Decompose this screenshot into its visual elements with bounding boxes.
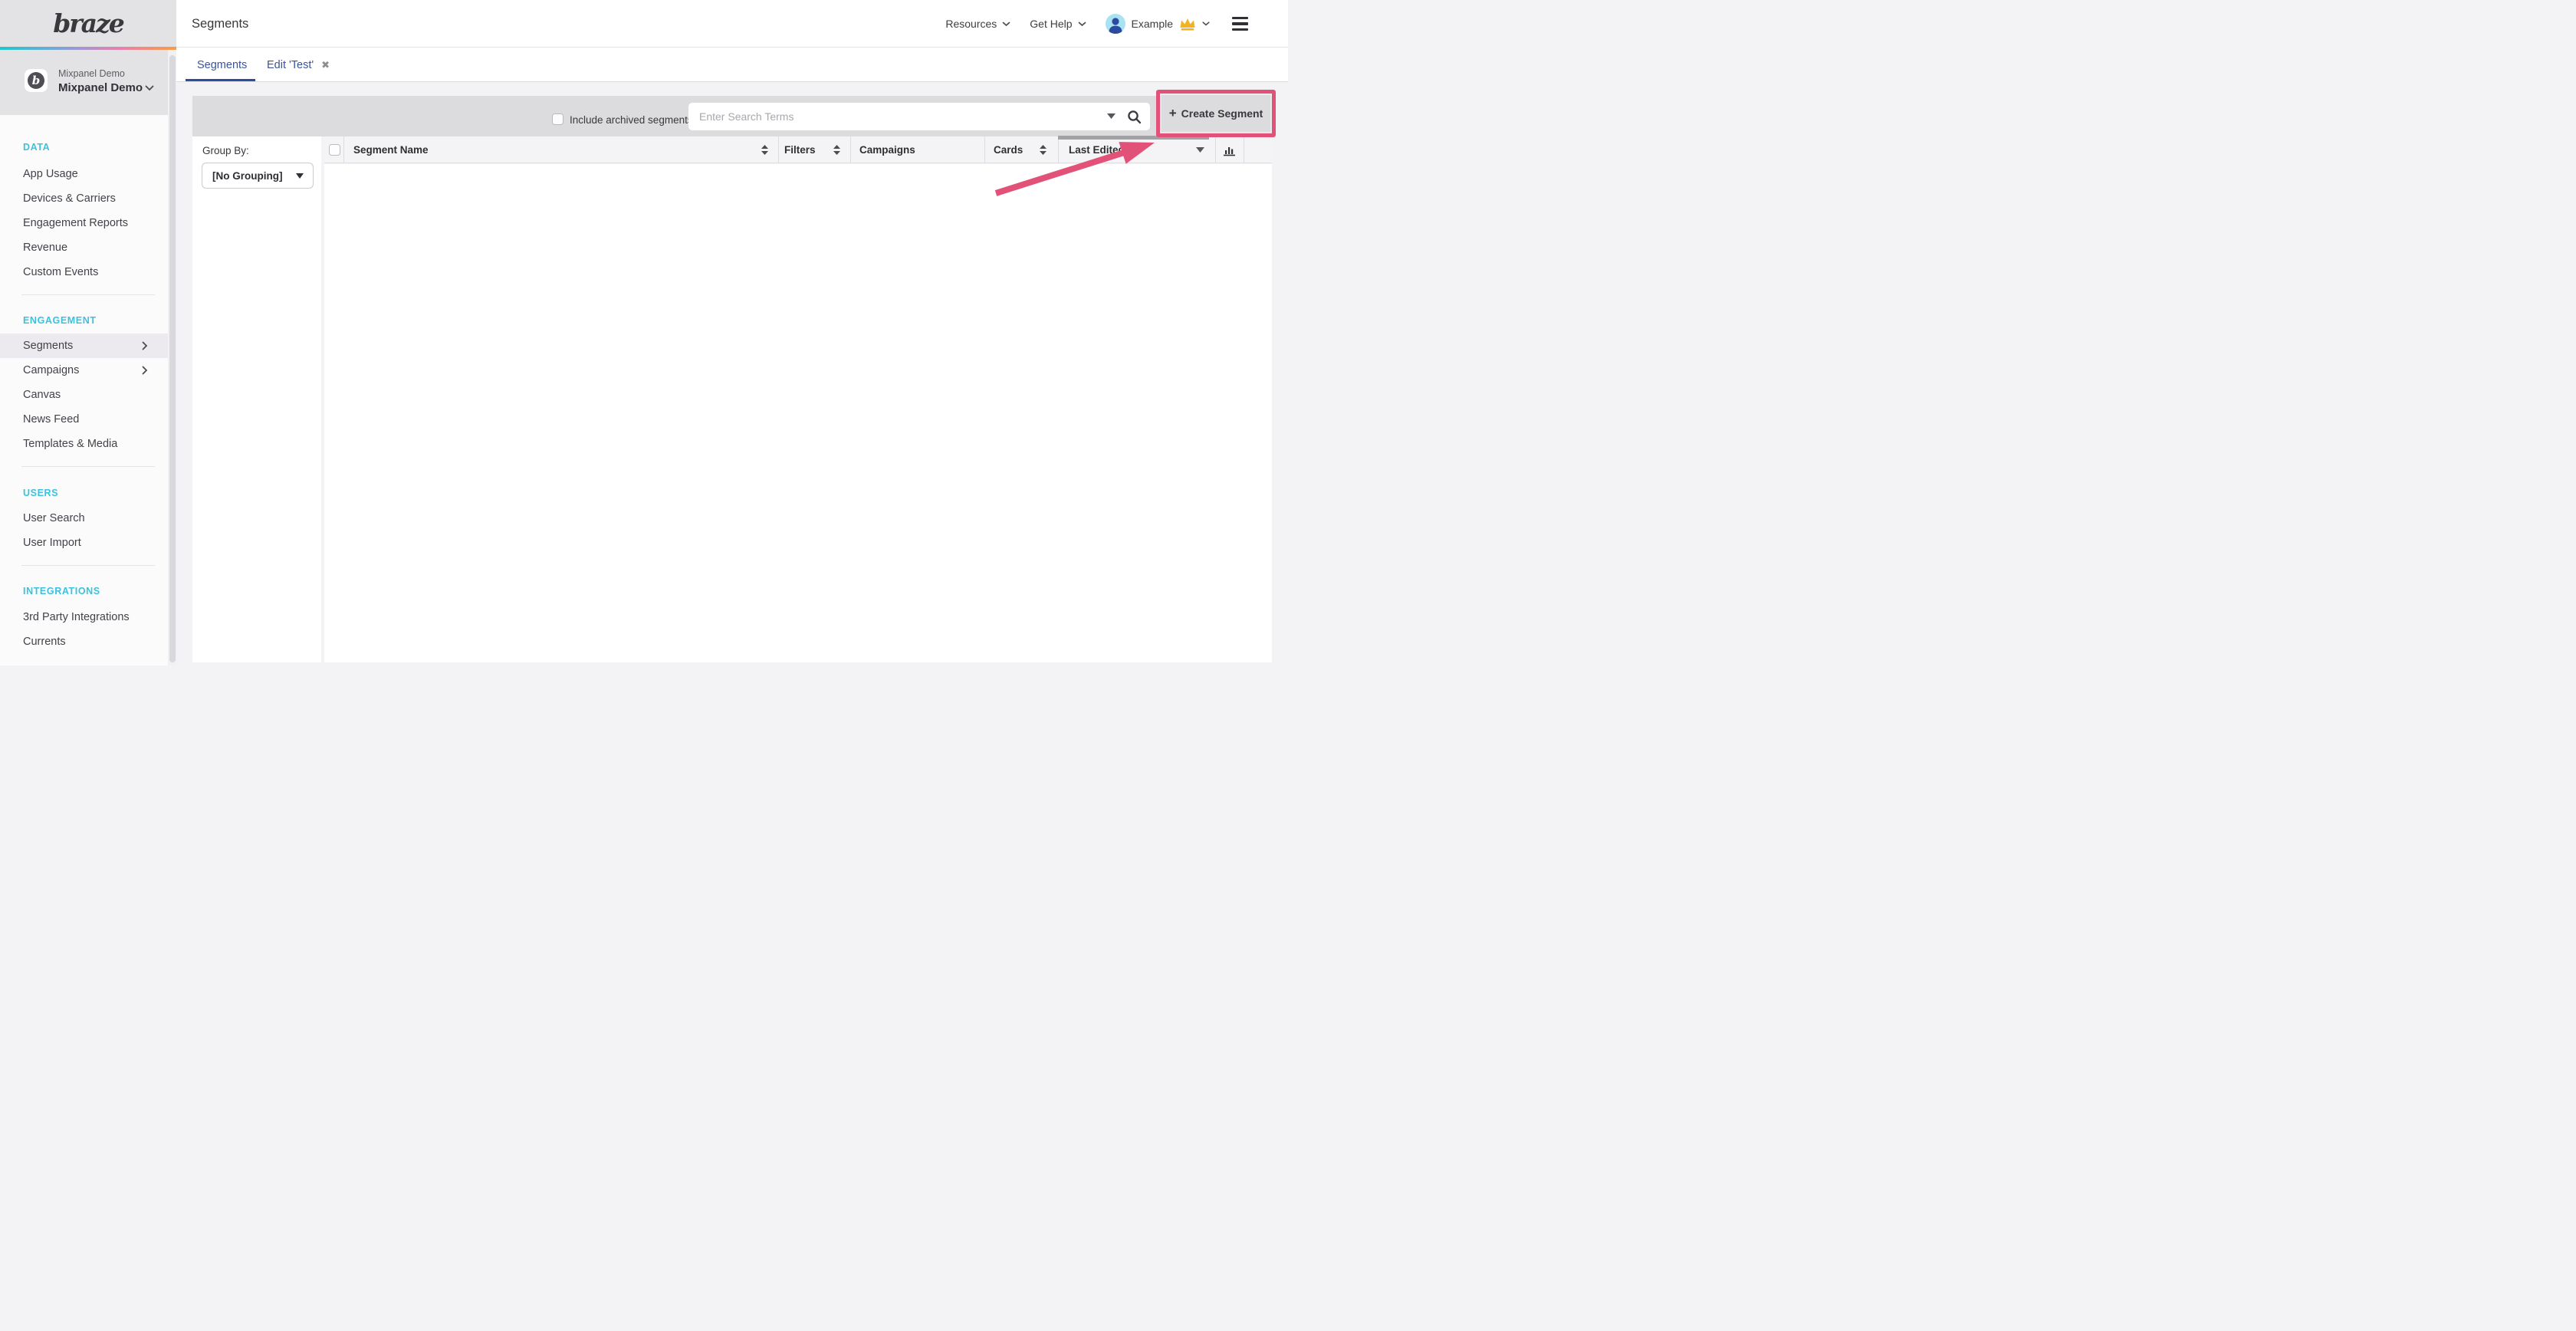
search-filter-caret-icon[interactable]	[1107, 113, 1116, 119]
sidebar-item-devices-carriers[interactable]: Devices & Carriers	[0, 186, 168, 211]
chevron-down-icon	[1002, 21, 1010, 27]
sidebar-item-news-feed[interactable]: News Feed	[0, 407, 168, 432]
close-icon[interactable]: ✖	[321, 60, 330, 70]
resources-menu[interactable]: Resources	[945, 18, 1010, 30]
sidebar-scrollbar-thumb[interactable]	[169, 55, 176, 662]
chevron-down-icon	[1202, 21, 1210, 26]
workspace-title: Mixpanel Demo	[58, 81, 143, 94]
braze-logo: braze	[53, 8, 123, 38]
dropdown-caret-icon	[296, 173, 304, 179]
sidebar-item-canvas[interactable]: Canvas	[0, 383, 168, 407]
segments-table-header: Segment Name Filters Campaigns Cards Las…	[324, 136, 1272, 163]
sidebar-item-templates-media[interactable]: Templates & Media	[0, 432, 168, 456]
sort-icon[interactable]	[761, 145, 768, 155]
sidebar-section-data: DATA	[23, 142, 50, 153]
column-filters[interactable]: Filters	[784, 136, 816, 163]
sidebar-item-3rd-party-integrations[interactable]: 3rd Party Integrations	[0, 605, 168, 629]
page-title: Segments	[192, 0, 248, 48]
column-divider	[984, 136, 985, 163]
include-archived-checkbox[interactable]	[552, 113, 564, 125]
column-last-edited[interactable]: Last Edited	[1069, 136, 1125, 163]
search-input[interactable]	[688, 103, 1150, 130]
sidebar-divider	[21, 294, 155, 295]
group-by-select[interactable]: [No Grouping]	[202, 163, 314, 189]
sidebar-item-user-search[interactable]: User Search	[0, 506, 168, 531]
sidebar-section-engagement: ENGAGEMENT	[23, 315, 97, 326]
tab-segments[interactable]: Segments	[192, 48, 252, 82]
column-cards[interactable]: Cards	[994, 136, 1023, 163]
sidebar-divider	[21, 466, 155, 467]
sidebar-item-engagement-reports[interactable]: Engagement Reports	[0, 211, 168, 235]
sidebar-item-segments[interactable]: Segments	[0, 334, 168, 358]
top-header: Segments Resources Get Help Example	[176, 0, 1288, 48]
column-segment-name[interactable]: Segment Name	[353, 136, 429, 163]
search-icon[interactable]	[1127, 110, 1142, 124]
create-segment-button[interactable]: + Create Segment	[1161, 94, 1271, 133]
horizontal-scrollbar-thumb[interactable]	[1058, 136, 1209, 140]
user-account-menu[interactable]: Example	[1106, 14, 1210, 34]
sidebar-item-app-usage[interactable]: App Usage	[0, 162, 168, 186]
column-divider	[850, 136, 851, 163]
get-help-menu[interactable]: Get Help	[1030, 18, 1086, 30]
sidebar-item-custom-events[interactable]: Custom Events	[0, 260, 168, 284]
sidebar-item-currents[interactable]: Currents	[0, 629, 168, 654]
sidebar: braze b Mixpanel Demo Mixpanel Demo DATA…	[0, 0, 176, 666]
workspace-switcher[interactable]: b Mixpanel Demo Mixpanel Demo	[0, 50, 176, 115]
group-by-label: Group By:	[202, 145, 249, 156]
crown-icon	[1179, 18, 1196, 31]
sidebar-divider	[21, 565, 155, 566]
chevron-right-icon	[142, 341, 148, 350]
sidebar-section-integrations: INTEGRATIONS	[23, 586, 100, 596]
logo-area: braze	[0, 0, 176, 47]
column-divider	[343, 136, 344, 163]
chevron-right-icon	[142, 366, 148, 375]
chevron-down-icon	[1078, 21, 1086, 27]
avatar	[1106, 14, 1125, 34]
workspace-app-icon: b	[25, 69, 48, 92]
sidebar-section-users: USERS	[23, 488, 58, 498]
active-tab-underline	[186, 79, 255, 82]
analytics-chart-icon[interactable]	[1223, 143, 1236, 156]
braze-segments-screen: braze b Mixpanel Demo Mixpanel Demo DATA…	[0, 0, 1288, 666]
group-by-panel: Group By: [No Grouping]	[192, 136, 321, 662]
select-all-checkbox[interactable]	[329, 144, 340, 156]
hamburger-menu-icon[interactable]	[1232, 17, 1248, 31]
sort-icon[interactable]	[1040, 145, 1046, 155]
last-edited-caret-icon[interactable]	[1196, 147, 1204, 153]
workspace-subtitle: Mixpanel Demo	[58, 68, 125, 79]
sidebar-item-revenue[interactable]: Revenue	[0, 235, 168, 260]
chevron-down-icon	[145, 85, 154, 91]
column-divider	[1215, 136, 1216, 163]
column-divider	[1058, 136, 1059, 163]
column-campaigns[interactable]: Campaigns	[859, 136, 915, 163]
sidebar-item-campaigns[interactable]: Campaigns	[0, 358, 168, 383]
include-archived-label: Include archived segments	[570, 114, 693, 126]
plus-icon: +	[1169, 107, 1177, 120]
tab-edit-test[interactable]: Edit 'Test' ✖	[262, 48, 334, 82]
sort-icon[interactable]	[833, 145, 840, 155]
column-divider	[778, 136, 779, 163]
sidebar-item-user-import[interactable]: User Import	[0, 531, 168, 555]
segments-table-body	[324, 164, 1272, 662]
tab-bar: Segments Edit 'Test' ✖	[176, 48, 1288, 82]
